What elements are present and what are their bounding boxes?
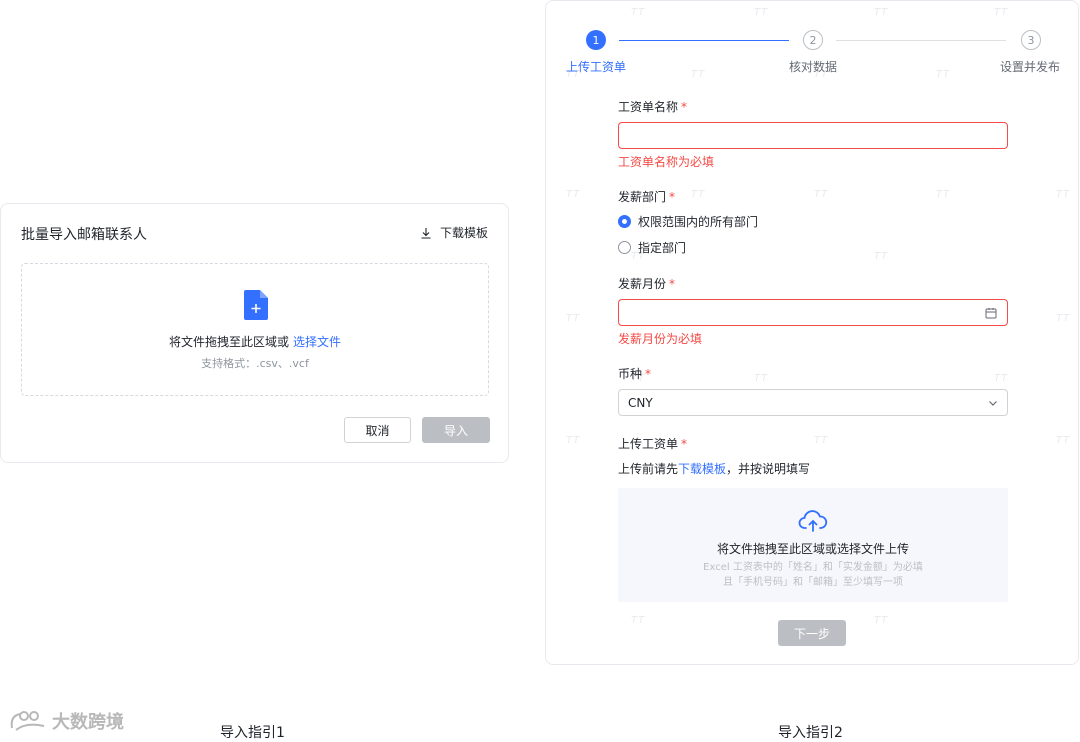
cloud-upload-icon: [798, 510, 828, 532]
department-label: 发薪部门 *: [618, 188, 675, 205]
drop-hint-text: 将文件拖拽至此区域或: [168, 335, 289, 349]
watermark: TT: [814, 435, 829, 446]
supported-formats: 支持格式：.csv、.vcf: [201, 357, 309, 370]
next-step-button[interactable]: 下一步: [778, 620, 846, 646]
select-file-link[interactable]: 选择文件: [293, 335, 341, 349]
watermark: TT: [566, 435, 581, 446]
pay-month-picker[interactable]: [618, 299, 1008, 326]
watermark: TT: [566, 189, 581, 200]
payroll-name-label: 工资单名称 *: [618, 98, 687, 115]
watermark: TT: [994, 373, 1009, 384]
payroll-note-line1: Excel 工资表中的「姓名」和「实发金额」为必填: [703, 562, 923, 573]
watermark: TT: [874, 615, 889, 626]
download-icon: [421, 227, 431, 239]
card-title: 批量导入邮箱联系人: [21, 227, 147, 243]
watermark: TT: [936, 189, 951, 200]
department-label-text: 发薪部门: [618, 190, 667, 204]
download-template-button[interactable]: 下载模板: [420, 224, 488, 241]
required-mark: *: [681, 100, 688, 114]
required-mark: *: [669, 190, 676, 204]
watermark: TT: [1056, 189, 1071, 200]
step-1-indicator: 1: [586, 30, 606, 50]
radio-specific-departments-label: 指定部门: [638, 241, 687, 255]
payroll-note-line2: 且「手机号码」和「邮箱」至少填写一项: [723, 577, 903, 588]
calendar-icon: [985, 308, 997, 319]
payroll-drop-zone[interactable]: 将文件拖拽至此区域或选择文件上传 Excel 工资表中的「姓名」和「实发金额」为…: [618, 488, 1008, 602]
caption-guide-1: 导入指引1: [220, 725, 285, 741]
upload-hint-suffix: ，并按说明填写: [726, 462, 811, 476]
step-3-indicator: 3: [1021, 30, 1041, 50]
chevron-down-icon: [989, 401, 997, 406]
watermark: TT: [754, 373, 769, 384]
watermark: TT: [1056, 435, 1071, 446]
payroll-name-label-text: 工资单名称: [618, 100, 679, 114]
step-connector-2: [836, 40, 1006, 41]
required-mark: *: [669, 277, 676, 291]
watermark: TT: [631, 7, 646, 18]
download-template-label: 下载模板: [439, 226, 488, 240]
file-drop-zone[interactable]: 将文件拖拽至此区域或 选择文件 支持格式：.csv、.vcf: [21, 263, 489, 396]
required-mark: *: [681, 437, 688, 451]
upload-label-text: 上传工资单: [618, 437, 679, 451]
step-3-label: 设置并发布: [1000, 60, 1061, 74]
payroll-name-input[interactable]: [618, 122, 1008, 149]
payroll-drop-text: 将文件拖拽至此区域或选择文件上传: [716, 542, 909, 556]
import-button[interactable]: 导入: [422, 417, 490, 443]
pay-month-label: 发薪月份 *: [618, 275, 675, 292]
currency-label: 币种 *: [618, 365, 651, 382]
watermark: TT: [566, 313, 581, 324]
watermark: TT: [1056, 313, 1071, 324]
watermark: TT: [691, 69, 706, 80]
import-contacts-card: 批量导入邮箱联系人 下载模板 将文件拖拽至此区域或 选择文件 支持格式：.csv、…: [0, 203, 509, 463]
upload-hint-prefix: 上传前请先: [618, 462, 679, 476]
watermark: TT: [631, 615, 646, 626]
brand-logo-text: 大数跨境: [52, 712, 124, 733]
step-1-label: 上传工资单: [566, 60, 627, 74]
watermark: TT: [936, 69, 951, 80]
brand-logo: 大数跨境: [8, 708, 124, 734]
watermark: TT: [754, 7, 769, 18]
watermark: TT: [874, 251, 889, 262]
upload-label: 上传工资单 *: [618, 435, 687, 452]
radio-all-departments-label: 权限范围内的所有部门: [638, 215, 759, 229]
watermark: TT: [691, 189, 706, 200]
radio-checked-icon: [618, 215, 631, 228]
currency-select[interactable]: CNY: [618, 389, 1008, 416]
step-2-label: 核对数据: [789, 60, 838, 74]
radio-unchecked-icon: [618, 241, 631, 254]
radio-specific-departments[interactable]: 指定部门: [618, 239, 686, 256]
payroll-upload-card: TT TT TT TT TT TT TT TT TT TT TT TT TT T…: [545, 0, 1079, 665]
drop-hint: 将文件拖拽至此区域或 选择文件: [22, 333, 488, 350]
radio-all-departments[interactable]: 权限范围内的所有部门: [618, 213, 758, 230]
download-template-link[interactable]: 下载模板: [678, 462, 726, 476]
pay-month-error: 发薪月份为必填: [618, 332, 703, 346]
caption-guide-2: 导入指引2: [778, 725, 843, 741]
step-2-indicator: 2: [803, 30, 823, 50]
watermark: TT: [994, 7, 1009, 18]
watermark: TT: [874, 7, 889, 18]
pay-month-label-text: 发薪月份: [618, 277, 667, 291]
brand-logo-icon: [10, 711, 45, 731]
file-add-icon: [244, 290, 268, 320]
required-mark: *: [645, 367, 652, 381]
currency-label-text: 币种: [618, 367, 643, 381]
currency-value: CNY: [628, 396, 653, 410]
step-connector-1: [619, 40, 789, 41]
payroll-name-error: 工资单名称为必填: [618, 155, 715, 169]
watermark: TT: [814, 189, 829, 200]
upload-instruction: 上传前请先下载模板，并按说明填写: [618, 460, 810, 477]
cancel-button[interactable]: 取消: [344, 417, 411, 443]
